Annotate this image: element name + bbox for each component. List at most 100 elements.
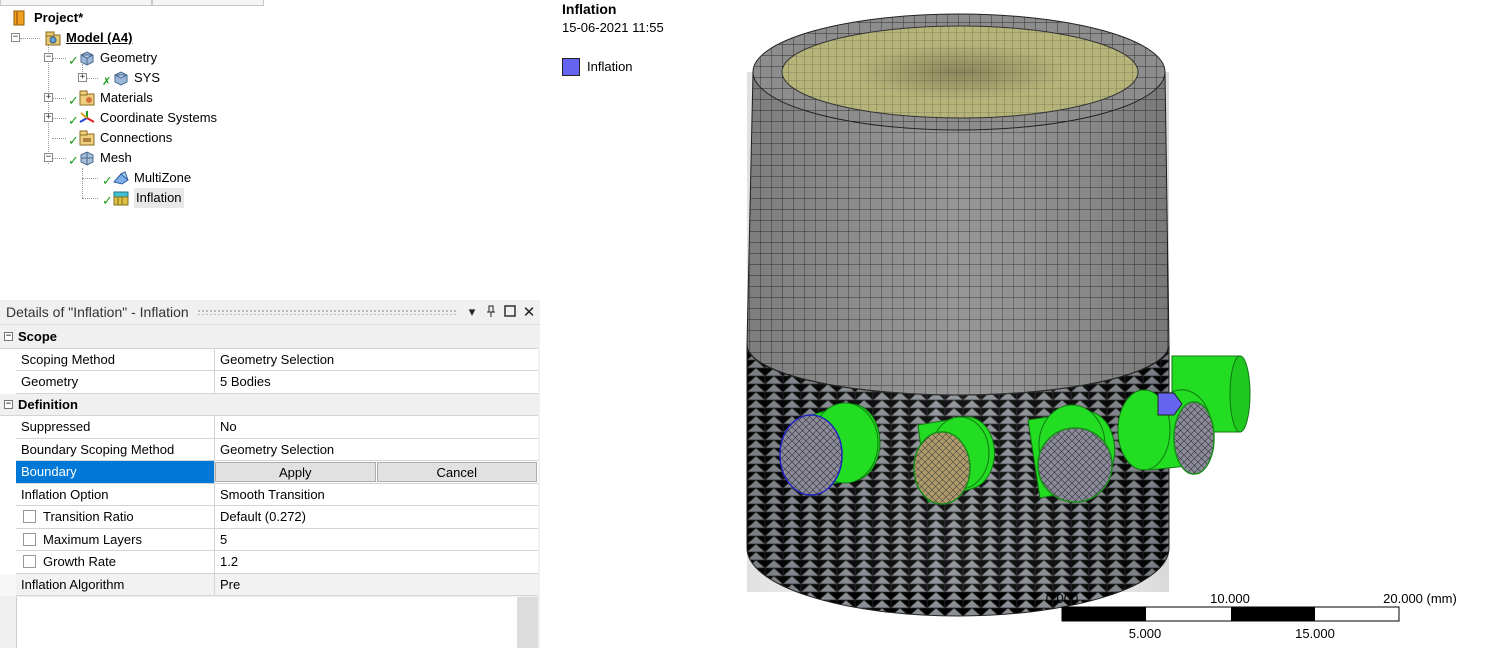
materials-icon: ✓ <box>68 90 96 107</box>
row-label: Suppressed <box>16 416 215 439</box>
scale-label-20: 20.000 (mm) <box>1383 591 1457 606</box>
details-panel: Details of "Inflation" - Inflation ▾ ✕ −… <box>0 300 540 648</box>
project-icon <box>12 10 30 26</box>
row-boundary-scoping-method[interactable]: Boundary Scoping Method Geometry Selecti… <box>0 438 538 461</box>
details-grid: − Scope Scoping Method Geometry Selection… <box>0 326 538 596</box>
row-value[interactable]: Geometry Selection <box>215 349 538 371</box>
details-title-bar: Details of "Inflation" - Inflation ▾ ✕ <box>0 300 540 325</box>
status-check-icon: ✓ <box>68 113 79 128</box>
mesh-collapse-toggle[interactable]: − <box>44 153 53 162</box>
body-icon: ✗ <box>102 70 130 88</box>
parameter-checkbox[interactable] <box>23 510 36 524</box>
row-value[interactable]: Geometry Selection <box>215 439 538 461</box>
parameter-checkbox[interactable] <box>23 532 36 546</box>
tree-sys-label: SYS <box>134 70 161 85</box>
section-definition[interactable]: − Definition <box>0 393 538 416</box>
mesh-icon: ✓ <box>68 150 96 167</box>
tree-model[interactable]: Model (A4) <box>44 28 132 48</box>
row-maximum-layers[interactable]: Maximum Layers 5 <box>0 528 538 551</box>
outline-tab-2[interactable] <box>152 0 264 6</box>
scale-bar: 0.000 10.000 20.000 (mm) 5.000 15.000 <box>1046 591 1457 641</box>
tree-inflation-label: Inflation <box>134 188 184 208</box>
apply-button[interactable]: Apply <box>215 462 376 482</box>
status-check-icon: ✓ <box>68 133 79 148</box>
row-inflation-option[interactable]: Inflation Option Smooth Transition <box>0 483 538 506</box>
connections-icon: ✓ <box>68 130 96 147</box>
section-scope[interactable]: − Scope <box>0 326 538 349</box>
row-transition-ratio[interactable]: Transition Ratio Default (0.272) <box>0 506 538 529</box>
row-label: Geometry <box>16 371 215 394</box>
row-label: Maximum Layers <box>43 531 142 547</box>
tree-geometry[interactable]: ✓ Geometry <box>68 48 158 68</box>
coordinate-systems-expand-toggle[interactable]: + <box>44 113 53 122</box>
row-label: Growth Rate <box>43 554 116 570</box>
tree-sys[interactable]: ✗ SYS <box>102 68 161 88</box>
row-geometry[interactable]: Geometry 5 Bodies <box>0 371 538 394</box>
geometry-icon: ✓ <box>68 50 96 67</box>
graphics-viewport[interactable]: Inflation 15-06-2021 11:55 Inflation 0.0… <box>540 0 1486 648</box>
row-value[interactable]: 1.2 <box>215 551 538 574</box>
status-check-icon: ✓ <box>68 153 79 168</box>
row-inflation-algorithm[interactable]: Inflation Algorithm Pre <box>0 573 538 596</box>
tree-coordinate-systems[interactable]: ✓ Coordinate Systems <box>68 108 218 128</box>
row-value[interactable]: Pre <box>215 573 538 596</box>
tree-mesh[interactable]: ✓ Mesh <box>68 148 132 168</box>
dropdown-icon[interactable]: ▾ <box>464 304 480 320</box>
geometry-collapse-toggle[interactable]: − <box>44 53 53 62</box>
sys-expand-toggle[interactable]: + <box>78 73 87 82</box>
tree-coordinate-systems-label: Coordinate Systems <box>100 110 218 125</box>
row-value[interactable]: Smooth Transition <box>215 484 538 506</box>
tree-mesh-label: Mesh <box>100 150 132 165</box>
collapse-icon[interactable]: − <box>4 332 13 342</box>
tree-inflation[interactable]: ✓ Inflation <box>102 188 184 208</box>
tree-project-label: Project* <box>34 10 84 25</box>
status-check-icon: ✓ <box>68 93 79 108</box>
tree-model-label: Model (A4) <box>66 30 133 45</box>
row-value[interactable]: 5 Bodies <box>215 371 538 394</box>
coordinate-systems-icon: ✓ <box>68 110 96 127</box>
tree-geometry-label: Geometry <box>100 50 158 65</box>
row-value[interactable]: No <box>215 416 538 439</box>
row-value[interactable]: 5 <box>215 529 538 551</box>
status-partial-icon: ✗ <box>102 76 112 88</box>
close-icon[interactable]: ✕ <box>521 303 537 321</box>
details-title: Details of "Inflation" - Inflation <box>6 304 189 320</box>
status-check-icon: ✓ <box>68 53 79 68</box>
cancel-button[interactable]: Cancel <box>376 462 537 482</box>
details-empty-area <box>16 597 517 648</box>
scale-label-5: 5.000 <box>1129 626 1162 641</box>
pin-icon[interactable] <box>483 305 499 320</box>
section-definition-label: Definition <box>18 396 78 412</box>
status-check-icon: ✓ <box>102 173 113 188</box>
model-collapse-toggle[interactable]: − <box>11 33 20 42</box>
model-icon <box>44 30 62 46</box>
details-scrollbar[interactable] <box>517 597 538 648</box>
status-check-icon: ✓ <box>102 193 113 208</box>
scale-label-15: 15.000 <box>1295 626 1335 641</box>
scale-label-0: 0.000 <box>1046 591 1079 606</box>
outline-tab-1[interactable] <box>0 0 152 6</box>
row-value[interactable]: Default (0.272) <box>215 506 538 529</box>
row-label: Scoping Method <box>16 348 215 371</box>
materials-expand-toggle[interactable]: + <box>44 93 53 102</box>
scale-label-10: 10.000 <box>1210 591 1250 606</box>
details-gripper[interactable] <box>196 309 456 315</box>
tree-multizone[interactable]: ✓ MultiZone <box>102 168 192 188</box>
row-label: Boundary Scoping Method <box>16 438 215 461</box>
multizone-icon: ✓ <box>102 170 130 187</box>
tree-materials[interactable]: ✓ Materials <box>68 88 153 108</box>
row-label: Transition Ratio <box>43 509 134 525</box>
tree-connections-label: Connections <box>100 130 173 145</box>
row-boundary[interactable]: Boundary Apply Cancel <box>0 461 538 484</box>
tree-multizone-label: MultiZone <box>134 170 192 185</box>
collapse-icon[interactable]: − <box>4 399 13 409</box>
section-scope-label: Scope <box>18 329 58 345</box>
row-suppressed[interactable]: Suppressed No <box>0 416 538 439</box>
outline-tabs <box>0 0 265 6</box>
tree-connections[interactable]: ✓ Connections <box>68 128 173 148</box>
maximize-icon[interactable] <box>502 304 518 320</box>
parameter-checkbox[interactable] <box>23 555 36 569</box>
row-scoping-method[interactable]: Scoping Method Geometry Selection <box>0 348 538 371</box>
row-growth-rate[interactable]: Growth Rate 1.2 <box>0 551 538 574</box>
tree-project[interactable]: Project* <box>12 8 83 28</box>
